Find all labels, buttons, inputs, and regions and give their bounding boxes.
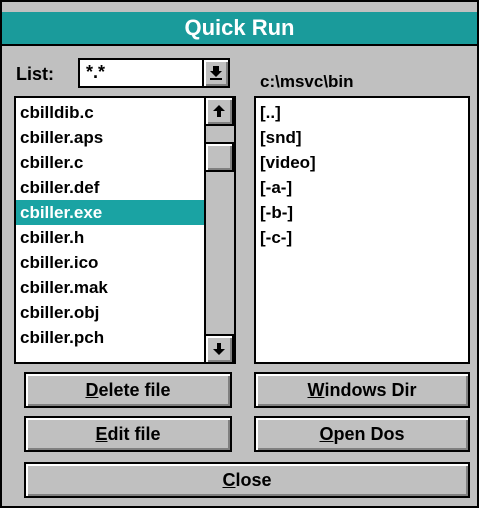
open-dos-label: pen Dos [333,423,405,444]
file-listbox[interactable]: cbilldib.c cbiller.aps cbiller.c cbiller.de… [14,96,236,364]
combobox-dropdown-button[interactable] [202,58,230,88]
directory-list-item[interactable]: [-b-] [256,200,466,225]
directory-list-item[interactable]: [..] [256,100,466,125]
close-mnemonic: C [222,469,236,490]
directory-list-item[interactable]: [video] [256,150,466,175]
file-list-item[interactable]: cbiller.def [16,175,206,200]
file-list-scrollbar[interactable] [204,98,234,362]
list-filter-label: List: [16,64,54,84]
file-list-item[interactable]: cbiller.aps [16,125,206,150]
scroll-up-button[interactable] [204,98,234,126]
open-dos-mnemonic: O [319,423,334,444]
delete-file-mnemonic: D [85,379,99,400]
directory-list-item[interactable]: [-a-] [256,175,466,200]
arrow-up-icon [213,105,225,117]
arrow-down-icon [213,343,225,355]
directory-list-item[interactable]: [snd] [256,125,466,150]
current-directory-label: c:\msvc\bin [260,72,354,91]
file-list-item[interactable]: cbiller.obj [16,300,206,325]
file-list-item[interactable]: cbilldib.c [16,100,206,125]
windows-dir-button[interactable]: Windows Dir [254,372,470,408]
windows-dir-label: indows Dir [324,379,417,400]
file-list-items: cbilldib.c cbiller.aps cbiller.c cbiller.de… [16,100,206,350]
arrow-down-underline-icon [210,66,222,80]
file-list-item[interactable]: cbiller.ico [16,250,206,275]
open-dos-button[interactable]: Open Dos [254,416,470,452]
directory-listbox[interactable]: [..] [snd] [video] [-a-] [-b-] [-c-] [254,96,470,364]
file-list-item[interactable]: cbiller.exe [16,200,206,225]
title-bar[interactable]: Quick Run [2,12,477,46]
file-list-item[interactable]: cbiller.mak [16,275,206,300]
windows-dir-mnemonic: W [307,379,325,400]
scroll-down-button[interactable] [204,334,234,362]
scroll-thumb[interactable] [204,142,234,172]
directory-list-items: [..] [snd] [video] [-a-] [-b-] [-c-] [256,100,466,250]
close-label: lose [235,469,272,490]
close-button[interactable]: Close [24,462,470,498]
file-list-item[interactable]: cbiller.pch [16,325,206,350]
delete-file-label: elete file [98,379,171,400]
edit-file-button[interactable]: Edit file [24,416,232,452]
list-filter-combobox[interactable]: *.* [78,58,230,88]
window-title: Quick Run [184,15,295,40]
directory-list-item[interactable]: [-c-] [256,225,466,250]
delete-file-button[interactable]: Delete file [24,372,232,408]
file-list-item[interactable]: cbiller.h [16,225,206,250]
file-list-item[interactable]: cbiller.c [16,150,206,175]
edit-file-mnemonic: E [95,423,108,444]
quick-run-window: Quick Run List: *.* c:\msvc\bin cbilldib… [0,0,479,508]
list-filter-value: *.* [86,62,106,82]
edit-file-label: dit file [107,423,161,444]
